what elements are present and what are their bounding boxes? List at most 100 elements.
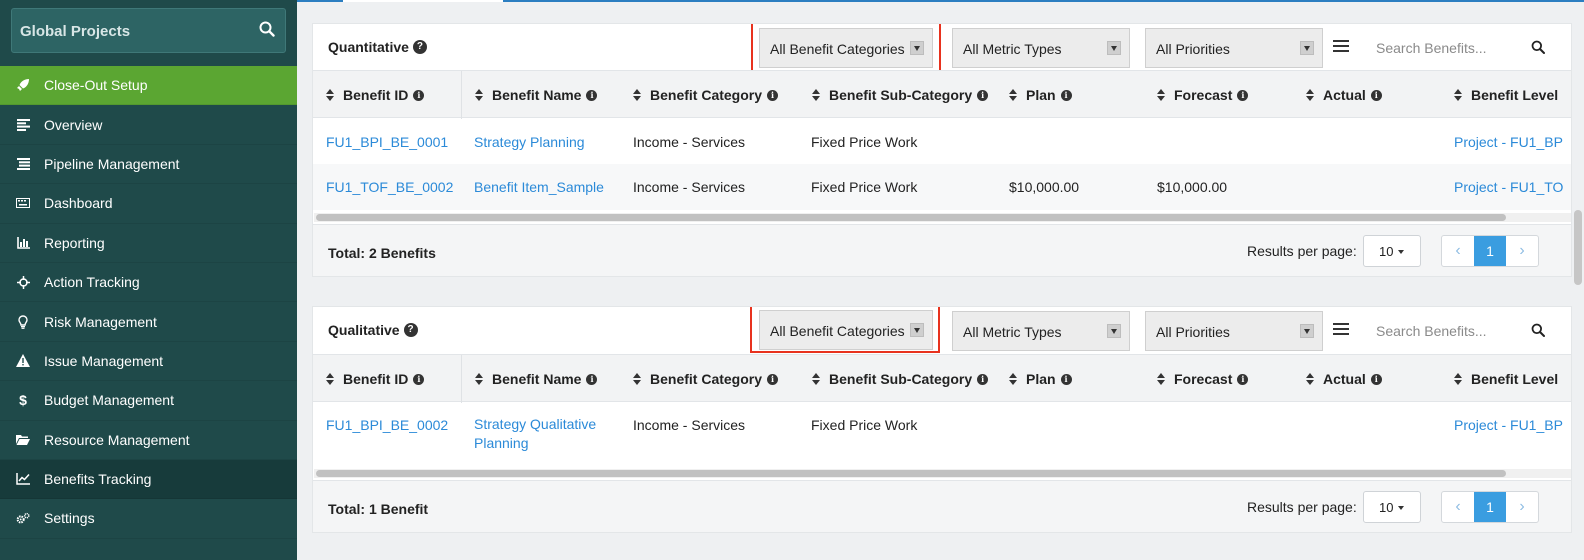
line-chart-icon <box>16 472 30 486</box>
horizontal-scrollbar[interactable] <box>314 213 1571 222</box>
search-input[interactable] <box>1376 323 1536 339</box>
priority-select[interactable]: All Priorities <box>1145 311 1323 351</box>
sidebar: Global Projects Close-Out Setup Overview… <box>0 0 297 560</box>
align-left-icon <box>16 118 30 132</box>
col-header-forecast[interactable]: Forecast i <box>1157 87 1249 103</box>
benefit-category: Income - Services <box>633 179 746 195</box>
benefit-category-select[interactable]: All Benefit Categories <box>759 28 933 68</box>
results-per-page-select[interactable]: 10 <box>1363 491 1421 523</box>
table-header: Benefit ID i Benefit Name i Benefit Catego… <box>313 354 1571 403</box>
caret-down-icon <box>1398 250 1404 254</box>
sidebar-item-risk-management[interactable]: Risk Management <box>0 302 297 342</box>
folder-open-icon <box>16 433 30 447</box>
col-header-benefit-level[interactable]: Benefit Level <box>1454 371 1558 387</box>
chevron-down-icon <box>1107 41 1121 55</box>
col-header-plan[interactable]: Plan i <box>1009 371 1072 387</box>
sidebar-item-label: Overview <box>44 116 103 133</box>
sidebar-item-settings[interactable]: Settings <box>0 499 297 539</box>
metric-type-select[interactable]: All Metric Types <box>952 28 1130 68</box>
results-per-page-select[interactable]: 10 <box>1363 235 1421 267</box>
benefit-category-select[interactable]: All Benefit Categories <box>759 310 933 350</box>
benefit-level-link[interactable]: Project - FU1_TO <box>1454 179 1563 195</box>
col-header-benefit-sub-category[interactable]: Benefit Sub-Category i <box>812 87 989 103</box>
sidebar-item-resource-management[interactable]: Resource Management <box>0 421 297 460</box>
benefit-level-link[interactable]: Project - FU1_BP <box>1454 417 1563 433</box>
vertical-scrollbar[interactable] <box>1572 210 1584 285</box>
benefit-name-link[interactable]: Benefit Item_Sample <box>474 179 604 195</box>
sidebar-item-label: Issue Management <box>44 352 164 369</box>
col-header-benefit-level[interactable]: Benefit Level <box>1454 87 1558 103</box>
help-icon[interactable]: ? <box>403 323 418 337</box>
column-menu-icon[interactable] <box>1333 323 1349 337</box>
scrollbar-thumb[interactable] <box>316 214 1506 221</box>
page-button-current[interactable]: 1 <box>1474 236 1506 266</box>
priority-select[interactable]: All Priorities <box>1145 28 1323 68</box>
search-icon[interactable] <box>259 21 275 40</box>
lightbulb-icon <box>16 314 30 329</box>
col-header-benefit-id[interactable]: Benefit ID i <box>326 371 425 387</box>
page-button-current[interactable]: 1 <box>1474 492 1506 522</box>
col-label: Plan <box>1026 87 1056 103</box>
total-count: Total: 1 Benefit <box>328 501 429 517</box>
total-count: Total: 2 Benefits <box>328 245 436 261</box>
chevron-down-icon <box>910 323 924 337</box>
sidebar-item-label: Action Tracking <box>44 274 140 291</box>
col-header-benefit-category[interactable]: Benefit Category i <box>633 87 779 103</box>
sidebar-item-label: Pipeline Management <box>44 155 180 172</box>
benefit-id-link[interactable]: FU1_BPI_BE_0001 <box>326 134 448 150</box>
col-header-benefit-sub-category[interactable]: Benefit Sub-Category i <box>812 371 989 387</box>
search-benefits <box>1366 311 1571 351</box>
horizontal-scrollbar[interactable] <box>314 469 1571 478</box>
sidebar-item-issue-management[interactable]: Issue Management <box>0 342 297 382</box>
col-header-benefit-name[interactable]: Benefit Name i <box>475 87 598 103</box>
prev-page-button[interactable]: ‹ <box>1442 492 1474 522</box>
benefit-name-link[interactable]: Strategy Qualitative Planning <box>474 415 614 453</box>
global-projects-search[interactable]: Global Projects <box>11 8 286 53</box>
search-input[interactable] <box>1376 40 1536 56</box>
bar-chart-icon <box>16 236 30 250</box>
col-label: Actual <box>1323 371 1366 387</box>
next-page-button[interactable]: › <box>1506 492 1538 522</box>
sidebar-item-benefits-tracking[interactable]: Benefits Tracking <box>0 459 297 500</box>
sidebar-item-dashboard[interactable]: Dashboard <box>0 184 297 224</box>
panel-header: Quantitative ? All Benefit Categories Al… <box>313 24 1571 76</box>
benefit-id-link[interactable]: FU1_TOF_BE_0002 <box>326 179 453 195</box>
chevron-down-icon <box>1300 324 1314 338</box>
benefit-id-link[interactable]: FU1_BPI_BE_0002 <box>326 417 448 433</box>
cogs-icon <box>16 511 30 525</box>
search-icon[interactable] <box>1531 40 1545 57</box>
sidebar-item-pipeline-management[interactable]: Pipeline Management <box>0 145 297 185</box>
scrollbar-thumb[interactable] <box>1574 210 1582 285</box>
scrollbar-thumb[interactable] <box>316 470 1506 477</box>
col-header-actual[interactable]: Actual i <box>1306 87 1382 103</box>
benefit-name-link[interactable]: Strategy Planning <box>474 134 585 150</box>
sidebar-item-label: Budget Management <box>44 392 174 409</box>
sidebar-item-label: Risk Management <box>44 313 157 330</box>
per-page-value: 10 <box>1379 244 1394 259</box>
col-header-forecast[interactable]: Forecast i <box>1157 371 1249 387</box>
info-icon: i <box>767 89 779 101</box>
prev-page-button[interactable]: ‹ <box>1442 236 1474 266</box>
info-icon: i <box>977 373 989 385</box>
col-header-plan[interactable]: Plan i <box>1009 87 1072 103</box>
sidebar-item-overview[interactable]: Overview <box>0 105 297 145</box>
sidebar-item-close-out-setup[interactable]: Close-Out Setup <box>0 66 297 106</box>
column-menu-icon[interactable] <box>1333 40 1349 54</box>
next-page-button[interactable]: › <box>1506 236 1538 266</box>
benefit-sub-category: Fixed Price Work <box>811 417 918 433</box>
search-icon[interactable] <box>1531 323 1545 340</box>
col-header-actual[interactable]: Actual i <box>1306 371 1382 387</box>
col-header-benefit-category[interactable]: Benefit Category i <box>633 371 779 387</box>
benefit-level-link[interactable]: Project - FU1_BP <box>1454 134 1563 150</box>
panel-title: Quantitative ? <box>328 39 427 55</box>
col-header-benefit-id[interactable]: Benefit ID i <box>326 87 425 103</box>
help-icon[interactable]: ? <box>412 40 427 54</box>
benefit-sub-category: Fixed Price Work <box>811 134 918 150</box>
col-header-benefit-name[interactable]: Benefit Name i <box>475 371 598 387</box>
sidebar-item-budget-management[interactable]: $ Budget Management <box>0 381 297 421</box>
pagination: ‹ 1 › <box>1441 235 1539 267</box>
sidebar-item-reporting[interactable]: Reporting <box>0 224 297 263</box>
sidebar-item-action-tracking[interactable]: Action Tracking <box>0 263 297 303</box>
metric-type-select[interactable]: All Metric Types <box>952 311 1130 351</box>
sidebar-item-label: Benefits Tracking <box>44 471 152 488</box>
